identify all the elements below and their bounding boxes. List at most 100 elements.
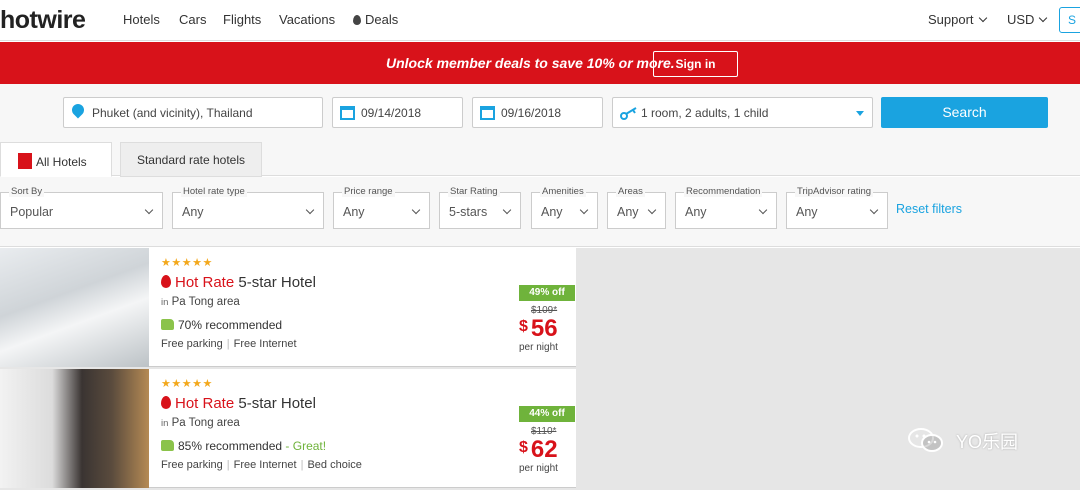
nav-cars[interactable]: Cars: [179, 12, 206, 27]
filter-label: Sort By: [9, 186, 45, 197]
chevron-down-icon: [411, 205, 421, 215]
checkout-field[interactable]: 09/16/2018: [472, 97, 603, 128]
tab-all-hotels[interactable]: All Hotels: [0, 142, 112, 177]
tab-all-hotels-label: All Hotels: [36, 155, 87, 169]
checkin-field[interactable]: 09/14/2018: [332, 97, 463, 128]
thumbs-up-icon: [161, 319, 174, 330]
filter-value: Any: [796, 205, 818, 219]
amenity: Free Internet: [233, 338, 297, 350]
price-range-select[interactable]: Price range Any: [333, 187, 430, 229]
destination-field[interactable]: Phuket (and vicinity), Thailand: [63, 97, 323, 128]
hot-rate-label: Hot Rate: [175, 274, 235, 291]
hot-rate-label: Hot Rate: [175, 395, 235, 412]
hotel-card[interactable]: ★★★★★ Hot Rate 5-star Hotel in Pa Tong a…: [0, 369, 576, 488]
chevron-down-icon: [978, 13, 987, 23]
search-button[interactable]: Search: [881, 97, 1048, 128]
filter-label: Hotel rate type: [181, 186, 247, 197]
hotel-building-icon: [18, 153, 32, 169]
amenities-select[interactable]: Amenities Any: [531, 187, 598, 229]
hot-rate-flame-icon: [161, 396, 171, 409]
area-prefix: in: [161, 297, 169, 308]
hotel-price: $62: [519, 436, 558, 464]
filter-value: Any: [182, 205, 204, 219]
chevron-down-icon: [869, 205, 879, 215]
top-nav: hotwire Hotels Cars Flights Vacations De…: [0, 0, 1080, 41]
key-icon: [620, 107, 637, 120]
amenities: Free parking | Free Internet | Bed choice: [161, 459, 362, 471]
nav-vacations[interactable]: Vacations: [279, 12, 335, 27]
search-bar: Phuket (and vicinity), Thailand 09/14/20…: [0, 84, 1080, 140]
hotel-type: 5-star Hotel: [238, 274, 316, 291]
nav-deals[interactable]: Deals: [353, 12, 398, 27]
hotel-area: in Pa Tong area: [161, 417, 240, 429]
cut-off-button-label: S: [1068, 13, 1077, 27]
hotel-area: in Pa Tong area: [161, 296, 240, 308]
filter-label: Recommendation: [684, 186, 763, 197]
chevron-down-icon: [647, 205, 657, 215]
logo-text: hotwire: [0, 6, 86, 34]
cut-off-button[interactable]: S: [1059, 7, 1080, 33]
recommended-text: 70% recommended: [178, 318, 283, 332]
currency-menu[interactable]: USD: [1007, 12, 1048, 27]
price-currency: $: [519, 318, 528, 335]
watermark: YO乐园: [908, 425, 1048, 455]
checkout-value: 09/16/2018: [501, 106, 562, 120]
amenities: Free parking | Free Internet: [161, 338, 297, 350]
calendar-icon: [480, 106, 495, 120]
tripadvisor-select[interactable]: TripAdvisor rating Any: [786, 187, 888, 229]
reset-filters-link[interactable]: Reset filters: [896, 202, 962, 216]
hotel-card[interactable]: ★★★★★ Hot Rate 5-star Hotel in Pa Tong a…: [0, 248, 576, 367]
tab-standard-rate[interactable]: Standard rate hotels: [120, 142, 262, 177]
deals-flame-icon: [353, 15, 361, 25]
chevron-down-icon: [502, 205, 512, 215]
guests-field[interactable]: 1 room, 2 adults, 1 child: [612, 97, 873, 128]
star-rating-select[interactable]: Star Rating 5-stars: [439, 187, 521, 229]
member-banner: Unlock member deals to save 10% or more.…: [0, 42, 1080, 84]
hotel-type: 5-star Hotel: [238, 395, 316, 412]
hotwire-logo[interactable]: hotwire: [0, 6, 86, 35]
chevron-down-icon: [758, 205, 768, 215]
hotel-photo: [0, 248, 149, 367]
sort-by-select[interactable]: Sort By Popular: [0, 187, 163, 229]
area-prefix: in: [161, 418, 169, 429]
rate-type-select[interactable]: Hotel rate type Any: [172, 187, 324, 229]
recommendation-select[interactable]: Recommendation Any: [675, 187, 777, 229]
support-menu[interactable]: Support: [928, 12, 987, 27]
sign-in-button[interactable]: Sign in: [653, 51, 738, 77]
chevron-down-icon: [144, 205, 154, 215]
filter-value: Any: [343, 205, 365, 219]
nav-hotels[interactable]: Hotels: [123, 12, 160, 27]
filter-label: Price range: [342, 186, 395, 197]
filter-bar: Sort By Popular Hotel rate type Any Pric…: [0, 177, 1080, 247]
filter-label: TripAdvisor rating: [795, 186, 874, 197]
amenity: Bed choice: [307, 459, 362, 471]
filter-value: Any: [541, 205, 563, 219]
filter-label: Amenities: [540, 186, 586, 197]
guests-value: 1 room, 2 adults, 1 child: [641, 106, 769, 120]
hotel-title: Hot Rate 5-star Hotel: [161, 274, 316, 291]
wechat-icon: [908, 428, 943, 452]
location-pin-icon: [69, 101, 87, 119]
recommendation: 70% recommended: [161, 318, 282, 332]
filter-value: 5-stars: [449, 205, 488, 219]
results-tabs: All Hotels Standard rate hotels: [0, 140, 1080, 177]
filter-value: Any: [685, 205, 707, 219]
filter-value: Any: [617, 205, 639, 219]
amenity: Free parking: [161, 338, 223, 350]
star-rating: ★★★★★: [161, 378, 213, 390]
filter-label: Star Rating: [448, 186, 500, 197]
support-label: Support: [928, 12, 974, 27]
nav-deals-label: Deals: [365, 12, 399, 27]
chevron-down-icon: [305, 205, 315, 215]
search-button-label: Search: [942, 104, 987, 120]
recommendation: 85% recommended - Great!: [161, 439, 326, 453]
hot-rate-flame-icon: [161, 275, 171, 288]
areas-select[interactable]: Areas Any: [607, 187, 666, 229]
hotel-price: $56: [519, 315, 558, 343]
area-name: Pa Tong area: [171, 417, 240, 429]
discount-badge: 49% off: [519, 285, 575, 301]
great-label: - Great!: [285, 439, 327, 453]
thumbs-up-icon: [161, 440, 174, 451]
nav-flights[interactable]: Flights: [223, 12, 261, 27]
hotel-title: Hot Rate 5-star Hotel: [161, 395, 316, 412]
